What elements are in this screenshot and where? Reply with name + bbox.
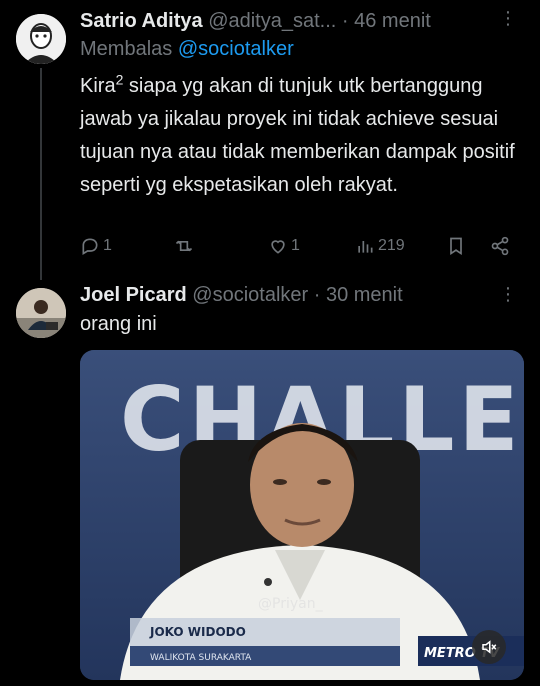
avatar[interactable] (16, 288, 66, 338)
reply-prefix: Membalas (80, 38, 173, 60)
bookmark-icon (450, 237, 462, 256)
reply-icon (82, 238, 98, 255)
video-player[interactable]: CHALLE @Priyan_ JOKO WIDODO WALIKOTA SUR… (80, 350, 524, 680)
like-icon (271, 240, 285, 254)
bookmark-button[interactable] (446, 232, 466, 260)
avatar[interactable] (16, 14, 66, 64)
timestamp[interactable]: · 30 menit (314, 284, 403, 306)
video-frame: CHALLE @Priyan_ JOKO WIDODO WALIKOTA SUR… (80, 350, 524, 680)
tweet-satrio-aditya[interactable]: Satrio Aditya @aditya_sat... · 46 menit … (0, 0, 540, 280)
reply-handle-link[interactable]: @sociotalker (178, 38, 294, 60)
tweet-text-start: Kira (80, 75, 116, 97)
reply-context: Membalas @sociotalker (80, 38, 294, 61)
video-watermark: @Priyan_ (258, 596, 324, 612)
like-button[interactable]: 1 (268, 232, 300, 260)
display-name[interactable]: Joel Picard (80, 284, 187, 306)
user-handle[interactable]: @aditya_sat... (208, 10, 336, 32)
reply-count: 1 (103, 237, 112, 254)
action-bar: 1 1 219 (80, 232, 520, 260)
tweet-text: orang ini (80, 313, 157, 335)
display-name[interactable]: Satrio Aditya (80, 10, 203, 32)
retweet-button[interactable] (174, 232, 194, 260)
tweet-joel-picard[interactable]: Joel Picard @sociotalker · 30 menit ⋮ or… (0, 280, 540, 686)
views-count: 219 (378, 237, 405, 254)
more-icon[interactable]: ⋮ (499, 8, 518, 29)
retweet-icon (175, 240, 193, 252)
timestamp[interactable]: · 46 menit (342, 10, 431, 32)
share-icon (491, 236, 509, 256)
tweet-text: Kira2 siapa yg akan di tunjuk utk bertan… (80, 70, 530, 202)
views-icon (358, 241, 373, 253)
tweet-text-rest: siapa yg akan di tunjuk utk bertanggung … (80, 75, 515, 196)
thread-line (40, 68, 42, 280)
views-button[interactable]: 219 (355, 232, 405, 260)
user-handle[interactable]: @sociotalker (192, 284, 308, 306)
video-caption-title: WALIKOTA SURAKARTA (150, 653, 252, 663)
like-count: 1 (291, 237, 300, 254)
mute-icon (482, 640, 497, 654)
reply-button[interactable]: 1 (80, 232, 112, 260)
tweet-header: Satrio Aditya @aditya_sat... · 46 menit (80, 8, 431, 34)
share-button[interactable] (490, 232, 510, 260)
mute-button[interactable] (472, 630, 506, 664)
tweet-header: Joel Picard @sociotalker · 30 menit (80, 282, 403, 308)
more-icon[interactable]: ⋮ (499, 284, 518, 305)
video-caption-name: JOKO WIDODO (149, 625, 246, 639)
